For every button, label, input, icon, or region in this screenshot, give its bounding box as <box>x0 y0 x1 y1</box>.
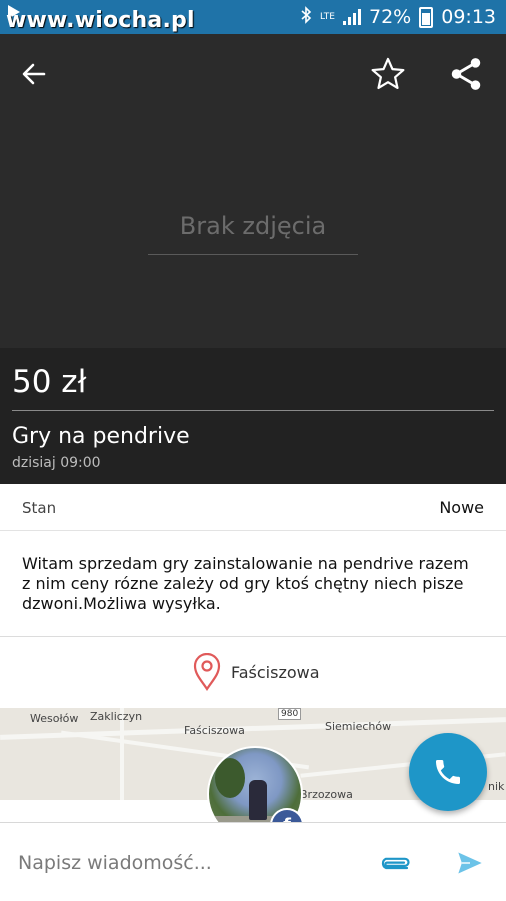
send-icon <box>458 852 482 874</box>
map-label: Siemiechów <box>325 720 392 733</box>
share-icon <box>451 58 481 90</box>
back-button[interactable] <box>14 54 54 94</box>
watermark: www.wiocha.pl <box>6 8 195 33</box>
attach-button[interactable] <box>374 845 414 881</box>
bluetooth-icon <box>300 6 312 28</box>
condition-row: Stan Nowe <box>0 484 506 531</box>
price: 50 zł <box>12 364 87 400</box>
clock: 09:13 <box>441 6 496 28</box>
paperclip-icon <box>381 857 410 870</box>
map-label: Brzozowa <box>300 788 353 800</box>
map-label: nik <box>488 780 505 793</box>
arrow-left-icon <box>22 63 46 85</box>
battery-icon <box>419 6 434 28</box>
status-bar: www.wiocha.pl LTE 72% 09:13 <box>0 0 506 34</box>
signal-icon <box>343 9 361 25</box>
network-type: LTE <box>320 11 335 22</box>
location-row[interactable]: Faściszowa <box>0 650 506 696</box>
price-block: 50 zł Gry na pendrive dzisiaj 09:00 <box>0 348 506 484</box>
listing-title: Gry na pendrive <box>12 424 190 449</box>
favorite-button[interactable] <box>368 54 408 94</box>
divider <box>0 636 506 637</box>
photo-area: Brak zdjęcia <box>0 34 506 348</box>
road-number: 980 <box>278 708 302 720</box>
battery-percent: 72% <box>369 6 412 28</box>
map-label: Wesołów <box>30 712 79 725</box>
map-label: Zakliczyn <box>90 710 143 723</box>
share-button[interactable] <box>446 54 486 94</box>
no-photo-label: Brak zdjęcia <box>148 212 358 255</box>
listing-date: dzisiaj 09:00 <box>12 455 101 471</box>
condition-label: Stan <box>22 499 57 517</box>
divider <box>12 410 494 411</box>
star-icon <box>371 57 405 90</box>
map-label: Faściszowa <box>184 724 245 737</box>
message-compose-bar <box>0 822 506 901</box>
location-name: Faściszowa <box>231 663 320 682</box>
listing-description: Witam sprzedam gry zainstalowanie na pen… <box>22 554 469 613</box>
send-button[interactable] <box>450 845 490 881</box>
phone-icon <box>436 760 460 784</box>
message-input[interactable] <box>16 847 360 879</box>
condition-value: Nowe <box>439 498 484 517</box>
call-button[interactable] <box>409 733 487 811</box>
location-pin-icon <box>193 653 221 691</box>
